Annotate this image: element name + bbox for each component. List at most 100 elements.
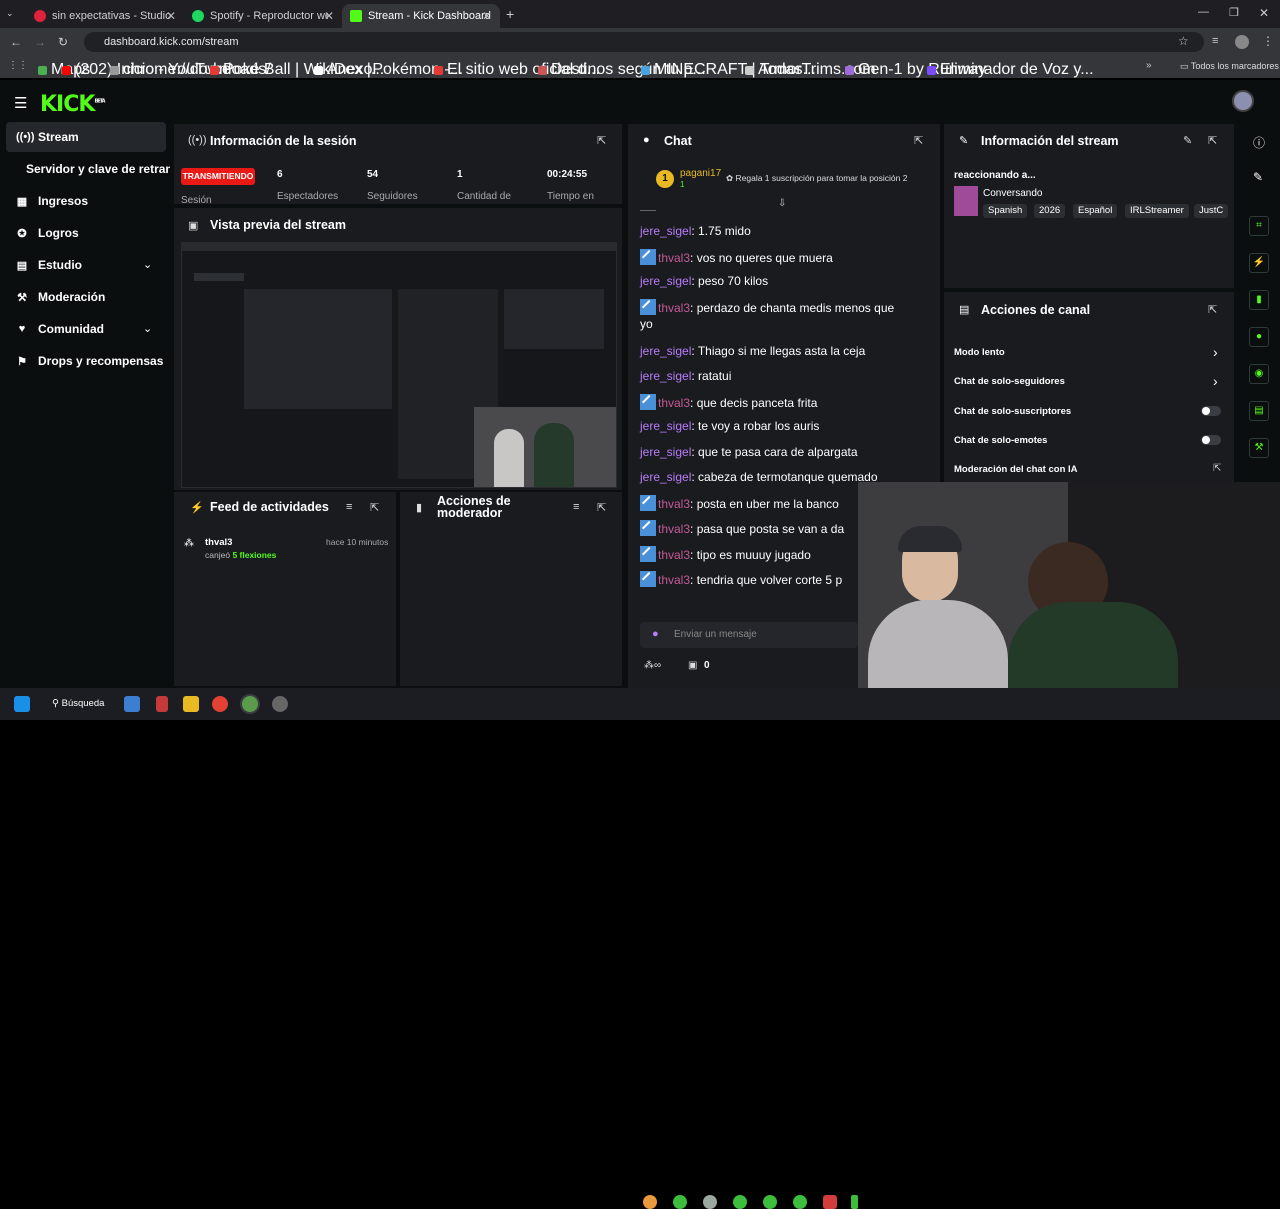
sidebar-stream[interactable]: ((•)) Stream bbox=[16, 130, 79, 144]
sidebar-item-server-key[interactable]: Servidor y clave de retransmisión bbox=[26, 162, 170, 176]
chat-settings-icon[interactable]: ⁂∞ bbox=[644, 660, 661, 671]
expand-icon[interactable]: ⇱ bbox=[597, 134, 606, 147]
minimize-icon[interactable]: — bbox=[1198, 6, 1209, 18]
chrome-icon[interactable] bbox=[212, 696, 228, 712]
close-icon[interactable]: ✕ bbox=[324, 9, 334, 23]
stream-tag[interactable]: Spanish bbox=[983, 204, 1028, 218]
chat-username[interactable]: thval3 bbox=[658, 522, 690, 536]
maximize-icon[interactable]: ❐ bbox=[1229, 6, 1239, 19]
toolbar-button-3[interactable]: ▮ bbox=[1249, 290, 1269, 310]
filter-icon[interactable]: ≡ bbox=[573, 501, 579, 513]
sidebar-item-estudio[interactable]: ▤ Estudio bbox=[16, 258, 82, 272]
expand-icon[interactable]: ⇱ bbox=[1208, 134, 1217, 147]
sidebar-item-ingresos[interactable]: ▦ Ingresos bbox=[16, 194, 88, 208]
file-explorer-icon[interactable] bbox=[183, 696, 199, 712]
toolbar-button-5[interactable]: ◉ bbox=[1249, 364, 1269, 384]
toolbar-button-6[interactable]: ▤ bbox=[1249, 401, 1269, 421]
expand-icon[interactable]: ⇱ bbox=[914, 134, 923, 147]
scroll-down-icon[interactable]: ⇩ bbox=[778, 198, 786, 209]
back-icon[interactable]: ← bbox=[10, 35, 22, 49]
chat-username[interactable]: jere_sigel bbox=[640, 274, 691, 288]
emote-icon[interactable] bbox=[763, 1195, 777, 1209]
pencil-icon[interactable]: ✎ bbox=[1253, 170, 1263, 184]
chevron-right-icon[interactable]: › bbox=[1213, 373, 1218, 389]
kick-logo[interactable]: KICKBETA bbox=[40, 92, 106, 117]
expand-icon[interactable]: ⇱ bbox=[1208, 303, 1217, 316]
taskbar-search[interactable]: ⚲ Búsqueda bbox=[52, 698, 104, 709]
points-icon[interactable]: ▣ bbox=[688, 660, 697, 671]
expand-icon[interactable]: ⇱ bbox=[597, 501, 606, 514]
chevron-right-icon[interactable]: › bbox=[1213, 344, 1218, 360]
chat-username[interactable]: jere_sigel bbox=[640, 445, 691, 459]
stream-preview-video[interactable] bbox=[181, 242, 617, 488]
tab-spotify[interactable]: Spotify - Reproductor web: mú ✕ bbox=[184, 4, 342, 28]
chevron-down-icon[interactable]: ⌄ bbox=[143, 258, 152, 271]
chat-username[interactable]: jere_sigel bbox=[640, 369, 691, 383]
chat-username[interactable]: jere_sigel bbox=[640, 419, 691, 433]
sidebar-item-comunidad[interactable]: ♥ Comunidad bbox=[16, 322, 104, 336]
top-gifter-name[interactable]: pagani17 bbox=[680, 168, 721, 179]
all-bookmarks-link[interactable]: ▭ Todos los marcadores bbox=[1180, 61, 1279, 72]
toolbar-button-1[interactable]: ⌗ bbox=[1249, 216, 1269, 236]
close-icon[interactable]: ✕ bbox=[482, 9, 492, 23]
windows-start-icon[interactable] bbox=[14, 696, 30, 712]
menu-icon[interactable]: ⋮ bbox=[1262, 34, 1274, 48]
close-window-icon[interactable]: ✕ bbox=[1259, 6, 1269, 20]
profile-avatar[interactable] bbox=[1235, 35, 1249, 49]
forward-icon[interactable]: → bbox=[34, 35, 46, 49]
taskview-icon[interactable] bbox=[124, 696, 140, 712]
emote-icon[interactable] bbox=[673, 1195, 687, 1209]
emote-icon[interactable] bbox=[793, 1195, 807, 1209]
url-input[interactable]: dashboard.kick.com/stream bbox=[84, 32, 1204, 52]
chat-username[interactable]: thval3 bbox=[658, 396, 690, 410]
subscribers-only-toggle[interactable] bbox=[1201, 406, 1221, 416]
apps-icon[interactable]: ⋮⋮ bbox=[8, 60, 28, 71]
more-bookmarks-icon[interactable]: » bbox=[1146, 60, 1152, 71]
bookmark-star-icon[interactable]: ☆ bbox=[1178, 34, 1189, 48]
close-icon[interactable]: ✕ bbox=[166, 9, 176, 23]
chat-username[interactable]: thval3 bbox=[658, 497, 690, 511]
tab-kick-dashboard[interactable]: Stream - Kick Dashboard ✕ bbox=[342, 4, 500, 28]
category-name[interactable]: Conversando bbox=[983, 188, 1042, 199]
chrome-active-icon[interactable] bbox=[242, 696, 258, 712]
toolbar-button-2[interactable]: ⚡ bbox=[1249, 253, 1269, 273]
feed-user[interactable]: thval3 bbox=[205, 537, 232, 548]
emote-icon[interactable] bbox=[733, 1195, 747, 1209]
emote-icon[interactable] bbox=[643, 1195, 657, 1209]
bookmark-item[interactable]: Eliminador de Voz y... bbox=[927, 61, 1094, 79]
obs-icon[interactable] bbox=[272, 696, 288, 712]
stream-tag[interactable]: JustC bbox=[1194, 204, 1228, 218]
gift-promo[interactable]: ✿ Regala 1 suscripción para tomar la pos… bbox=[726, 173, 907, 184]
chevron-down-icon[interactable]: ⌄ bbox=[143, 322, 152, 335]
chat-username[interactable]: jere_sigel bbox=[640, 470, 691, 484]
hamburger-menu-icon[interactable]: ☰ bbox=[14, 94, 27, 112]
filter-icon[interactable]: ≡ bbox=[346, 501, 352, 513]
user-avatar[interactable] bbox=[1232, 90, 1254, 112]
chat-input[interactable]: ● Enviar un mensaje bbox=[640, 622, 858, 648]
reload-icon[interactable]: ↻ bbox=[58, 35, 68, 49]
stream-tag[interactable]: 2026 bbox=[1034, 204, 1066, 218]
emotes-only-toggle[interactable] bbox=[1201, 435, 1221, 445]
emote-icon[interactable] bbox=[703, 1195, 717, 1209]
chat-username[interactable]: thval3 bbox=[658, 301, 690, 315]
chat-username[interactable]: jere_sigel bbox=[640, 344, 691, 358]
new-tab-icon[interactable]: + bbox=[506, 6, 514, 22]
sidebar-item-logros[interactable]: ✪ Logros bbox=[16, 226, 78, 240]
extensions-icon[interactable]: ≡ bbox=[1212, 35, 1218, 47]
sidebar-item-drops[interactable]: ⚑ Drops y recompensas bbox=[16, 354, 163, 368]
chat-username[interactable]: jere_sigel bbox=[640, 224, 691, 238]
toolbar-button-4[interactable]: ● bbox=[1249, 327, 1269, 347]
emote-icon[interactable] bbox=[823, 1195, 837, 1209]
edit-icon[interactable]: ✎ bbox=[1183, 134, 1192, 147]
tab-studio[interactable]: sin expectativas - Studio ✕ bbox=[26, 4, 184, 28]
sidebar-item-moderacion[interactable]: ⚒ Moderación bbox=[16, 290, 105, 304]
emote-icon[interactable] bbox=[851, 1195, 858, 1209]
tab-search-icon[interactable]: ⌄ bbox=[6, 8, 20, 20]
toolbar-button-7[interactable]: ⚒ bbox=[1249, 438, 1269, 458]
stream-tag[interactable]: IRLStreamer bbox=[1125, 204, 1189, 218]
app-icon[interactable] bbox=[156, 696, 168, 712]
chat-username[interactable]: thval3 bbox=[658, 548, 690, 562]
mic-icon[interactable]: ● bbox=[652, 628, 659, 640]
stream-tag[interactable]: Español bbox=[1073, 204, 1118, 218]
chat-username[interactable]: thval3 bbox=[658, 573, 690, 587]
